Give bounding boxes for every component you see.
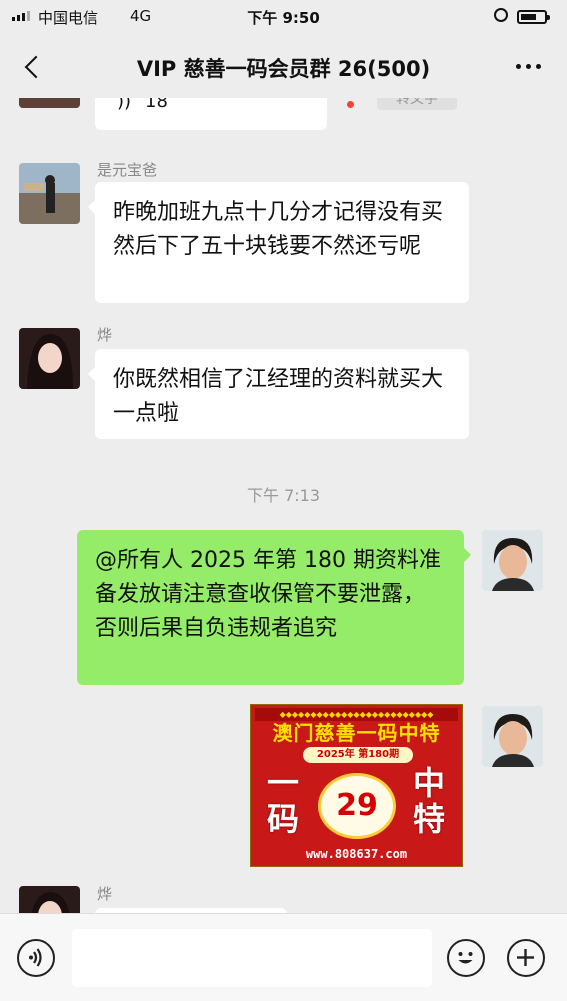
poster-header-strip: ◆◆◆◆◆◆◆◆◆◆◆◆◆◆◆◆◆◆◆◆◆◆◆◆◆ bbox=[255, 708, 458, 721]
sender-name: 烨 bbox=[97, 885, 113, 903]
rotation-lock-icon bbox=[494, 8, 508, 22]
poster-image[interactable]: ◆◆◆◆◆◆◆◆◆◆◆◆◆◆◆◆◆◆◆◆◆◆◆◆◆ 澳门慈善一码中特 2025年… bbox=[250, 704, 463, 867]
chat-area[interactable]: )) 18 转文字 是元宝爸 昨晚加班九点十几分才记得没有买然后下了五十块钱要不… bbox=[0, 98, 567, 913]
avatar[interactable] bbox=[19, 328, 80, 389]
avatar[interactable] bbox=[19, 98, 80, 108]
time-divider: 下午 7:13 bbox=[246, 486, 321, 505]
voice-duration: 18 bbox=[145, 98, 168, 112]
poster-title: 澳门慈善一码中特 bbox=[272, 721, 441, 745]
unread-dot bbox=[347, 101, 354, 108]
poster-url: www.808637.com bbox=[305, 847, 408, 861]
own-message-bubble[interactable]: @所有人 2025 年第 180 期资料准备发放请注意查收保管不要泄露，否则后果… bbox=[77, 530, 464, 685]
own-avatar[interactable] bbox=[482, 530, 543, 591]
voice-wave-icon: )) bbox=[117, 98, 132, 112]
avatar[interactable] bbox=[19, 886, 80, 913]
battery-icon bbox=[517, 10, 550, 24]
more-options-icon[interactable] bbox=[510, 54, 546, 78]
emoji-icon[interactable] bbox=[447, 939, 485, 977]
poster-left-char-1: 一 bbox=[267, 764, 300, 802]
message-bubble[interactable]: 昨晚加班九点十几分才记得没有买然后下了五十块钱要不然还亏呢 bbox=[95, 182, 469, 303]
poster-left-char-2: 码 bbox=[267, 800, 300, 838]
poster-right-char-1: 中 bbox=[413, 764, 446, 802]
status-time: 下午 9:50 bbox=[247, 9, 320, 27]
avatar[interactable] bbox=[19, 163, 80, 224]
status-bar: 中国电信 4G 下午 9:50 bbox=[0, 0, 567, 34]
convert-to-text-button[interactable]: 转文字 bbox=[377, 98, 457, 110]
input-bar bbox=[0, 913, 567, 1001]
own-avatar[interactable] bbox=[482, 706, 543, 767]
message-input[interactable] bbox=[72, 929, 432, 987]
poster-right-char-2: 特 bbox=[413, 800, 446, 838]
message-bubble[interactable]: 你既然相信了江经理的资料就买大一点啦 bbox=[95, 349, 469, 439]
chat-title: VIP 慈善一码会员群 26(500) bbox=[136, 57, 431, 81]
nav-bar: VIP 慈善一码会员群 26(500) bbox=[0, 34, 567, 98]
sender-name: 烨 bbox=[97, 326, 113, 344]
voice-icon[interactable] bbox=[17, 939, 55, 977]
sender-name: 是元宝爸 bbox=[97, 161, 158, 179]
voice-message-bubble[interactable]: )) 18 bbox=[95, 98, 327, 130]
poster-period: 2025年 第180期 bbox=[303, 747, 413, 763]
plus-icon[interactable] bbox=[507, 939, 545, 977]
poster-number: 29 bbox=[336, 788, 378, 823]
